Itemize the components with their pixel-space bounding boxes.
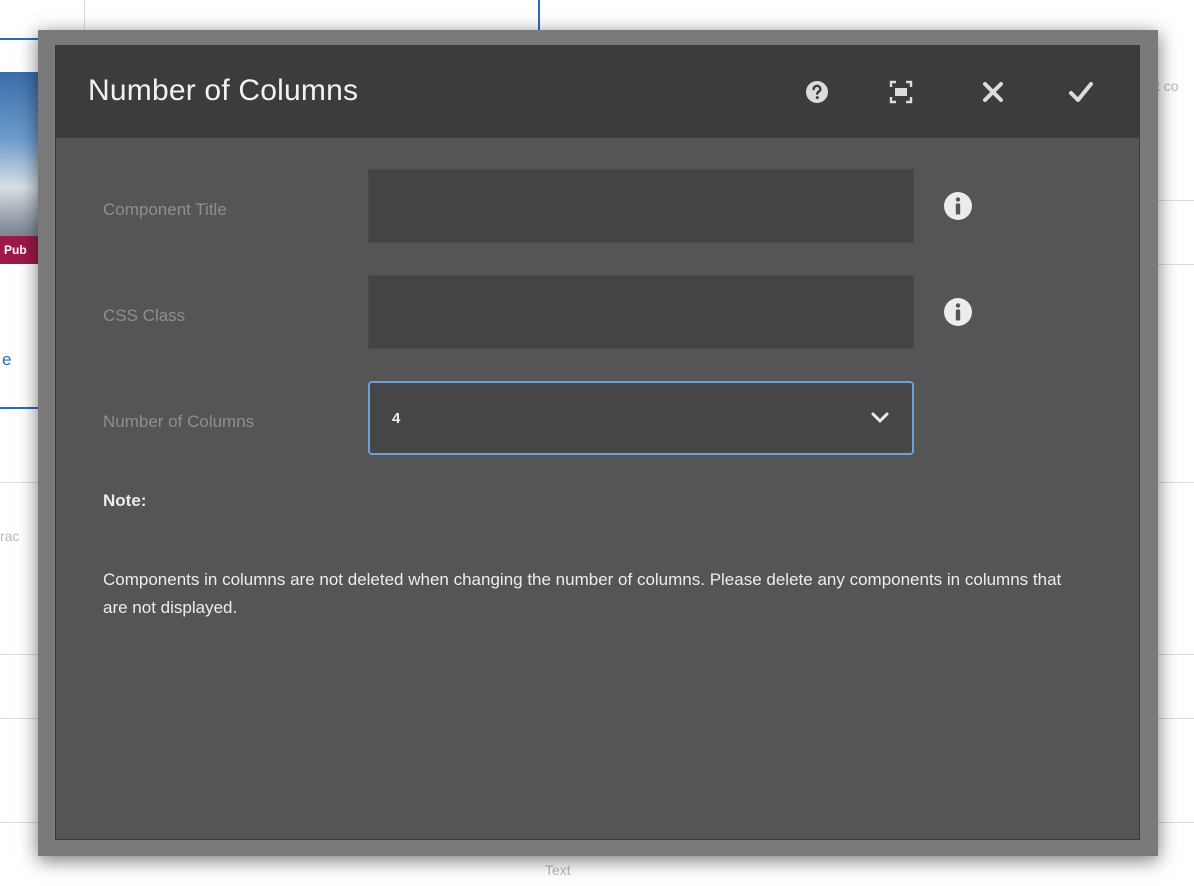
dialog-header: Number of Columns xyxy=(56,46,1139,138)
number-of-columns-dialog: Number of Columns Component Title CSS Cl… xyxy=(55,45,1140,840)
background-divider xyxy=(0,718,40,719)
background-divider xyxy=(0,482,40,483)
dialog-title: Number of Columns xyxy=(88,74,359,107)
note-text: Components in columns are not deleted wh… xyxy=(103,570,1062,617)
component-title-label: Component Title xyxy=(103,200,227,219)
background-thumbnail-label: Pub xyxy=(0,236,40,264)
background-text-fragment: Text xyxy=(545,862,571,878)
background-divider xyxy=(1158,654,1194,655)
note-heading: Note: xyxy=(103,491,147,510)
background-link-fragment[interactable]: e xyxy=(2,350,11,370)
fullscreen-icon xyxy=(889,80,913,104)
css-class-label: CSS Class xyxy=(103,306,186,325)
help-icon xyxy=(806,81,828,103)
css-class-input[interactable] xyxy=(368,275,914,349)
checkmark-icon xyxy=(1069,82,1093,102)
background-divider xyxy=(0,822,40,823)
background-divider xyxy=(0,654,40,655)
close-button[interactable] xyxy=(973,72,1013,112)
close-icon xyxy=(983,82,1003,102)
background-divider xyxy=(1158,200,1194,201)
help-button[interactable] xyxy=(797,72,837,112)
number-of-columns-select[interactable]: 4 xyxy=(368,381,914,455)
info-icon[interactable] xyxy=(942,190,974,222)
select-value: 4 xyxy=(392,410,401,427)
fullscreen-button[interactable] xyxy=(881,72,921,112)
background-divider xyxy=(1158,718,1194,719)
background-text-fragment: rac xyxy=(0,528,20,544)
background-divider xyxy=(1158,822,1194,823)
number-of-columns-label: Number of Columns xyxy=(103,412,255,431)
done-button[interactable] xyxy=(1061,72,1101,112)
background-text-fragment: t co xyxy=(1156,78,1179,94)
component-title-input[interactable] xyxy=(368,169,914,243)
background-link-underline xyxy=(0,407,40,409)
chevron-down-icon xyxy=(871,412,889,423)
background-divider xyxy=(1158,264,1194,265)
background-divider xyxy=(1158,482,1194,483)
background-divider xyxy=(84,0,85,30)
info-icon[interactable] xyxy=(942,296,974,328)
